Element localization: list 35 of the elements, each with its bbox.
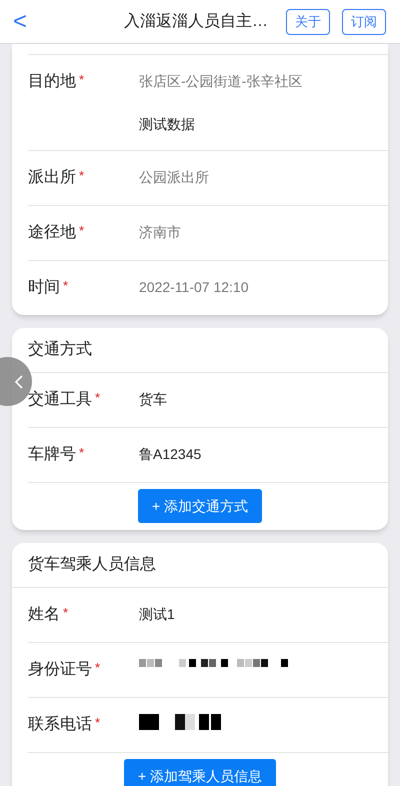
required-mark: *	[79, 71, 84, 89]
section-title: 交通方式	[28, 340, 92, 360]
field-value: 2022-11-07 12:10	[139, 278, 248, 297]
field-detail: 测试数据	[139, 115, 196, 134]
field-value: 济南市	[139, 223, 181, 242]
required-mark: *	[79, 222, 84, 240]
add-button[interactable]: + 添加驾乘人员信息	[124, 759, 276, 786]
section-title: 货车驾乘人员信息	[28, 554, 156, 575]
field-label: 车牌号	[28, 444, 76, 465]
header-button[interactable]: 订阅	[342, 8, 386, 34]
required-mark: *	[95, 714, 100, 732]
field-value: 张店区-公园街道-张辛社区	[139, 72, 302, 91]
field-label: 身份证号	[28, 660, 92, 680]
field-value: 公园派出所	[139, 168, 209, 187]
field-label: 目的地	[28, 72, 76, 92]
required-mark: *	[95, 389, 100, 407]
required-mark: *	[79, 444, 84, 462]
required-mark: *	[63, 604, 68, 622]
required-mark: *	[79, 167, 84, 185]
required-mark: *	[95, 659, 100, 677]
field-value: 鲁A12345	[139, 445, 202, 464]
field-label: 派出所	[28, 168, 76, 188]
required-mark: *	[63, 277, 68, 295]
field-value: 货车	[139, 390, 167, 409]
field-label: 交通工具	[28, 390, 92, 410]
field-value: 测试1	[139, 605, 175, 624]
back-button[interactable]: <	[8, 4, 32, 40]
header-button[interactable]: 关于	[286, 8, 330, 34]
field-label: 姓名	[28, 605, 60, 625]
page-title: 入淄返淄人员自主…	[124, 12, 268, 32]
field-label: 联系电话	[28, 714, 92, 735]
field-label: 时间	[28, 278, 60, 298]
chevron-left-icon	[14, 374, 24, 390]
add-button[interactable]: + 添加交通方式	[138, 489, 262, 523]
field-label: 途径地	[28, 222, 76, 243]
